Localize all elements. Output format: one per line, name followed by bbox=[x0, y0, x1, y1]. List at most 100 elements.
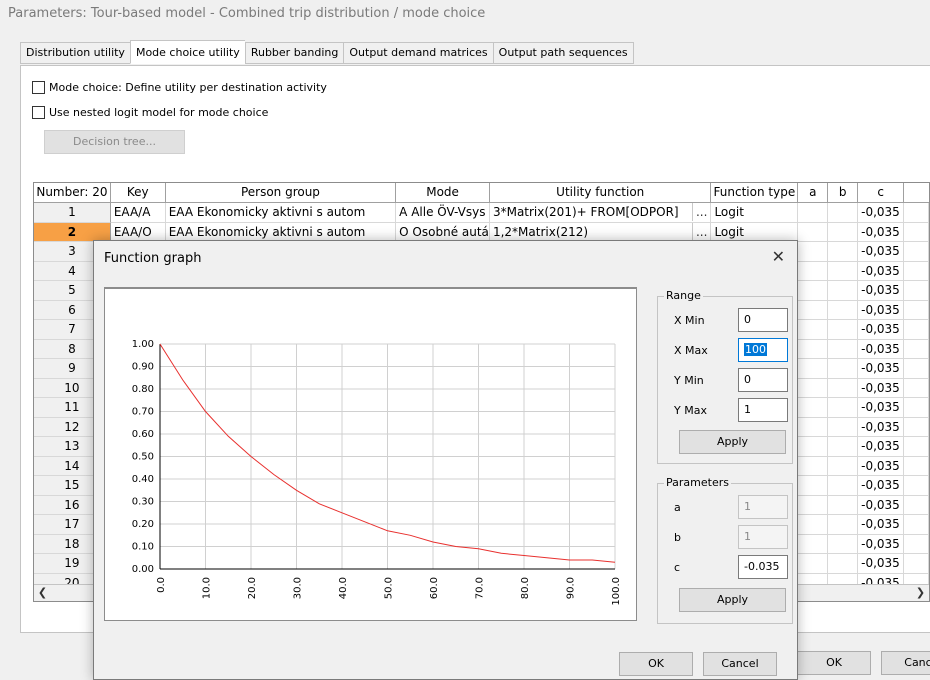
tab-mode-choice-utility[interactable]: Mode choice utility bbox=[129, 40, 245, 64]
c-cell[interactable]: -0,035 bbox=[858, 281, 905, 301]
main-ok-button[interactable]: OK bbox=[797, 651, 871, 675]
c-cell[interactable]: -0,035 bbox=[858, 554, 905, 574]
a-cell[interactable] bbox=[798, 437, 829, 457]
table-row[interactable]: 1 EAA/A EAA Ekonomicky aktivni s autom A Al… bbox=[34, 203, 929, 223]
extra-cell[interactable] bbox=[904, 534, 929, 554]
xmax-input[interactable]: 100 bbox=[738, 338, 788, 362]
c-cell[interactable]: -0,035 bbox=[858, 339, 905, 359]
extra-cell[interactable] bbox=[904, 456, 929, 476]
scroll-right-icon[interactable]: ❯ bbox=[912, 585, 929, 601]
main-cancel-button[interactable]: Canc bbox=[881, 651, 930, 675]
extra-cell[interactable] bbox=[904, 300, 929, 320]
extra-cell[interactable] bbox=[904, 320, 929, 340]
ymin-input[interactable]: 0 bbox=[738, 368, 788, 392]
b-cell[interactable] bbox=[828, 300, 859, 320]
c-cell[interactable]: -0,035 bbox=[858, 495, 905, 515]
col-function-type-header[interactable]: Function type bbox=[711, 183, 799, 202]
extra-cell[interactable] bbox=[904, 417, 929, 437]
c-cell[interactable]: -0,035 bbox=[858, 515, 905, 535]
dialog-cancel-button[interactable]: Cancel bbox=[703, 652, 777, 676]
c-cell[interactable]: -0,035 bbox=[858, 359, 905, 379]
extra-cell[interactable] bbox=[904, 359, 929, 379]
b-cell[interactable] bbox=[828, 417, 859, 437]
b-cell[interactable] bbox=[828, 359, 859, 379]
b-cell[interactable] bbox=[828, 261, 859, 281]
b-cell[interactable] bbox=[828, 281, 859, 301]
a-cell[interactable] bbox=[798, 261, 829, 281]
c-cell[interactable]: -0,035 bbox=[858, 242, 905, 262]
b-cell[interactable] bbox=[828, 398, 859, 418]
extra-cell[interactable] bbox=[904, 398, 929, 418]
extra-cell[interactable] bbox=[904, 554, 929, 574]
col-b-header[interactable]: b bbox=[828, 183, 859, 202]
utility-cell[interactable]: 3*Matrix(201)+ FROM[ODPOR]... bbox=[489, 203, 712, 223]
b-cell[interactable] bbox=[828, 203, 859, 223]
person-group-cell[interactable]: EAA Ekonomicky aktivni s autom bbox=[165, 203, 397, 223]
a-cell[interactable] bbox=[798, 534, 829, 554]
tab-distribution-utility[interactable]: Distribution utility bbox=[20, 42, 130, 64]
a-cell[interactable] bbox=[798, 222, 829, 242]
a-cell[interactable] bbox=[798, 476, 829, 496]
tab-output-demand-matrices[interactable]: Output demand matrices bbox=[343, 42, 493, 64]
col-mode-header[interactable]: Mode bbox=[396, 183, 490, 202]
tab-rubber-banding[interactable]: Rubber banding bbox=[244, 42, 344, 64]
nested-logit-checkbox[interactable] bbox=[32, 106, 45, 119]
a-cell[interactable] bbox=[798, 359, 829, 379]
extra-cell[interactable] bbox=[904, 515, 929, 535]
mode-cell[interactable]: A Alle ÖV-Vsys bbox=[396, 203, 490, 223]
b-cell[interactable] bbox=[828, 320, 859, 340]
b-cell[interactable] bbox=[828, 339, 859, 359]
col-c-header[interactable]: c bbox=[858, 183, 905, 202]
b-cell[interactable] bbox=[828, 476, 859, 496]
row-number[interactable]: 1 bbox=[34, 203, 111, 223]
range-apply-button[interactable]: Apply bbox=[679, 430, 786, 454]
extra-cell[interactable] bbox=[904, 242, 929, 262]
a-cell[interactable] bbox=[798, 320, 829, 340]
b-cell[interactable] bbox=[828, 456, 859, 476]
utility-edit-button[interactable]: ... bbox=[691, 222, 707, 241]
a-cell[interactable] bbox=[798, 398, 829, 418]
c-cell[interactable]: -0,035 bbox=[858, 476, 905, 496]
col-key-header[interactable]: Key bbox=[111, 183, 166, 202]
extra-cell[interactable] bbox=[904, 378, 929, 398]
a-cell[interactable] bbox=[798, 456, 829, 476]
b-cell[interactable] bbox=[828, 378, 859, 398]
c-cell[interactable]: -0,035 bbox=[858, 203, 905, 223]
c-cell[interactable]: -0,035 bbox=[858, 378, 905, 398]
a-cell[interactable] bbox=[798, 242, 829, 262]
b-cell[interactable] bbox=[828, 242, 859, 262]
b-cell[interactable] bbox=[828, 554, 859, 574]
b-cell[interactable] bbox=[828, 222, 859, 242]
extra-cell[interactable] bbox=[904, 495, 929, 515]
a-cell[interactable] bbox=[798, 339, 829, 359]
extra-cell[interactable] bbox=[904, 261, 929, 281]
col-number-header[interactable]: Number: 20 bbox=[34, 183, 111, 202]
ymax-input[interactable]: 1 bbox=[738, 398, 788, 422]
mode-choice-option[interactable]: Mode choice: Define utility per destinat… bbox=[32, 81, 327, 94]
c-cell[interactable]: -0,035 bbox=[858, 222, 905, 242]
b-cell[interactable] bbox=[828, 495, 859, 515]
tab-output-path-sequences[interactable]: Output path sequences bbox=[492, 42, 634, 64]
nested-logit-option[interactable]: Use nested logit model for mode choice bbox=[32, 106, 268, 119]
c-cell[interactable]: -0,035 bbox=[858, 456, 905, 476]
utility-edit-button[interactable]: ... bbox=[691, 203, 707, 221]
a-cell[interactable] bbox=[798, 300, 829, 320]
a-cell[interactable] bbox=[798, 203, 829, 223]
b-cell[interactable] bbox=[828, 515, 859, 535]
a-cell[interactable] bbox=[798, 554, 829, 574]
key-cell[interactable]: EAA/A bbox=[110, 203, 166, 223]
c-cell[interactable]: -0,035 bbox=[858, 417, 905, 437]
a-cell[interactable] bbox=[798, 515, 829, 535]
extra-cell[interactable] bbox=[904, 281, 929, 301]
extra-cell[interactable] bbox=[904, 222, 929, 242]
mode-choice-checkbox[interactable] bbox=[32, 81, 45, 94]
extra-cell[interactable] bbox=[904, 437, 929, 457]
close-icon[interactable]: ✕ bbox=[772, 247, 785, 266]
scroll-left-icon[interactable]: ❮ bbox=[34, 585, 51, 601]
col-a-header[interactable]: a bbox=[798, 183, 829, 202]
b-cell[interactable] bbox=[828, 534, 859, 554]
extra-cell[interactable] bbox=[904, 339, 929, 359]
parameters-apply-button[interactable]: Apply bbox=[679, 588, 786, 612]
xmin-input[interactable]: 0 bbox=[738, 308, 788, 332]
a-cell[interactable] bbox=[798, 281, 829, 301]
